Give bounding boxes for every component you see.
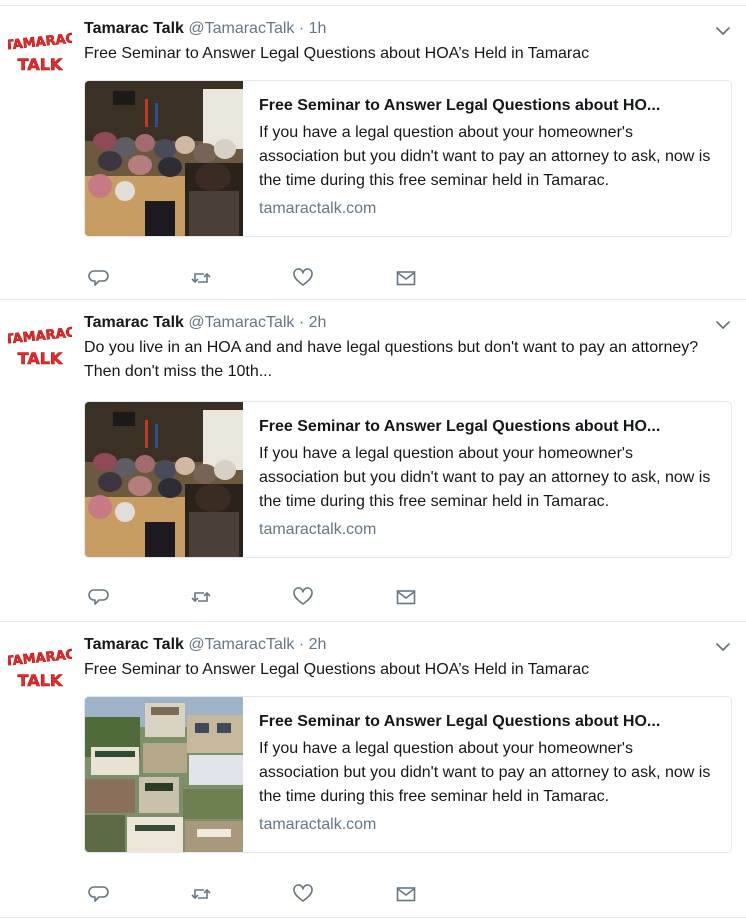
link-card[interactable]: Free Seminar to Answer Legal Questions a… — [84, 80, 732, 237]
reply-icon[interactable] — [88, 586, 110, 608]
card-domain: tamaractalk.com — [259, 200, 377, 217]
reply-icon[interactable] — [88, 883, 110, 905]
tweet[interactable]: TAMARAC TALK Tamarac Talk @TamaracTalk ·… — [0, 300, 746, 622]
svg-text:TAMARAC: TAMARAC — [8, 647, 72, 669]
timestamp[interactable]: 2h — [309, 314, 327, 331]
heart-icon[interactable] — [292, 267, 314, 289]
card-image — [85, 697, 243, 852]
avatar[interactable]: TAMARAC TALK — [8, 642, 72, 694]
envelope-icon[interactable] — [395, 267, 417, 289]
retweet-icon[interactable] — [190, 267, 212, 289]
svg-text:TAMARAC: TAMARAC — [8, 325, 72, 347]
link-card[interactable]: Free Seminar to Answer Legal Questions a… — [84, 696, 732, 853]
author-handle[interactable]: @TamaracTalk — [188, 20, 294, 37]
tweet-actions — [84, 586, 424, 610]
tweet-text: Free Seminar to Answer Legal Questions a… — [84, 45, 590, 62]
separator-dot: · — [298, 20, 305, 37]
avatar[interactable]: TAMARAC TALK — [8, 320, 72, 372]
tweet[interactable]: TAMARAC TALK Tamarac Talk @TamaracTalk ·… — [0, 6, 746, 300]
tweet-text: Do you live in an HOA and and have legal… — [84, 339, 699, 380]
svg-text:TAMARAC: TAMARAC — [8, 31, 72, 53]
timeline: TAMARAC TALK Tamarac Talk @TamaracTalk ·… — [0, 5, 746, 918]
card-body: Free Seminar to Answer Legal Questions a… — [259, 95, 717, 219]
author-name[interactable]: Tamarac Talk — [84, 20, 184, 37]
tweet-header: Tamarac Talk @TamaracTalk · 1h — [84, 19, 706, 39]
avatar[interactable]: TAMARAC TALK — [8, 26, 72, 78]
link-card[interactable]: Free Seminar to Answer Legal Questions a… — [84, 401, 732, 558]
heart-icon[interactable] — [292, 586, 314, 608]
svg-text:TALK: TALK — [18, 671, 63, 690]
chevron-down-icon[interactable] — [714, 22, 732, 40]
card-domain: tamaractalk.com — [259, 521, 377, 538]
author-handle[interactable]: @TamaracTalk — [188, 314, 294, 331]
separator-dot: · — [298, 314, 305, 331]
retweet-icon[interactable] — [190, 883, 212, 905]
card-description: If you have a legal question about your … — [259, 740, 711, 805]
separator-dot: · — [298, 636, 305, 653]
card-domain: tamaractalk.com — [259, 816, 377, 833]
tweet[interactable]: TAMARAC TALK Tamarac Talk @TamaracTalk ·… — [0, 622, 746, 918]
card-title: Free Seminar to Answer Legal Questions a… — [259, 713, 661, 730]
tweet-header: Tamarac Talk @TamaracTalk · 2h — [84, 635, 706, 655]
tweet-actions — [84, 267, 424, 291]
card-description: If you have a legal question about your … — [259, 445, 711, 510]
card-image — [85, 402, 243, 557]
chevron-down-icon[interactable] — [714, 638, 732, 656]
card-description: If you have a legal question about your … — [259, 124, 711, 189]
reply-icon[interactable] — [88, 267, 110, 289]
tweet-header: Tamarac Talk @TamaracTalk · 2h — [84, 313, 706, 333]
timestamp[interactable]: 2h — [309, 636, 327, 653]
svg-text:TALK: TALK — [18, 55, 63, 74]
author-handle[interactable]: @TamaracTalk — [188, 636, 294, 653]
retweet-icon[interactable] — [190, 586, 212, 608]
tweet-actions — [84, 883, 424, 907]
svg-text:TALK: TALK — [18, 349, 63, 368]
author-name[interactable]: Tamarac Talk — [84, 636, 184, 653]
card-body: Free Seminar to Answer Legal Questions a… — [259, 416, 717, 540]
heart-icon[interactable] — [292, 883, 314, 905]
envelope-icon[interactable] — [395, 883, 417, 905]
tweet-text: Free Seminar to Answer Legal Questions a… — [84, 661, 590, 678]
card-title: Free Seminar to Answer Legal Questions a… — [259, 418, 661, 435]
card-title: Free Seminar to Answer Legal Questions a… — [259, 97, 661, 114]
chevron-down-icon[interactable] — [714, 316, 732, 334]
card-body: Free Seminar to Answer Legal Questions a… — [259, 711, 717, 835]
timestamp[interactable]: 1h — [309, 20, 327, 37]
author-name[interactable]: Tamarac Talk — [84, 314, 184, 331]
card-image — [85, 81, 243, 236]
envelope-icon[interactable] — [395, 586, 417, 608]
